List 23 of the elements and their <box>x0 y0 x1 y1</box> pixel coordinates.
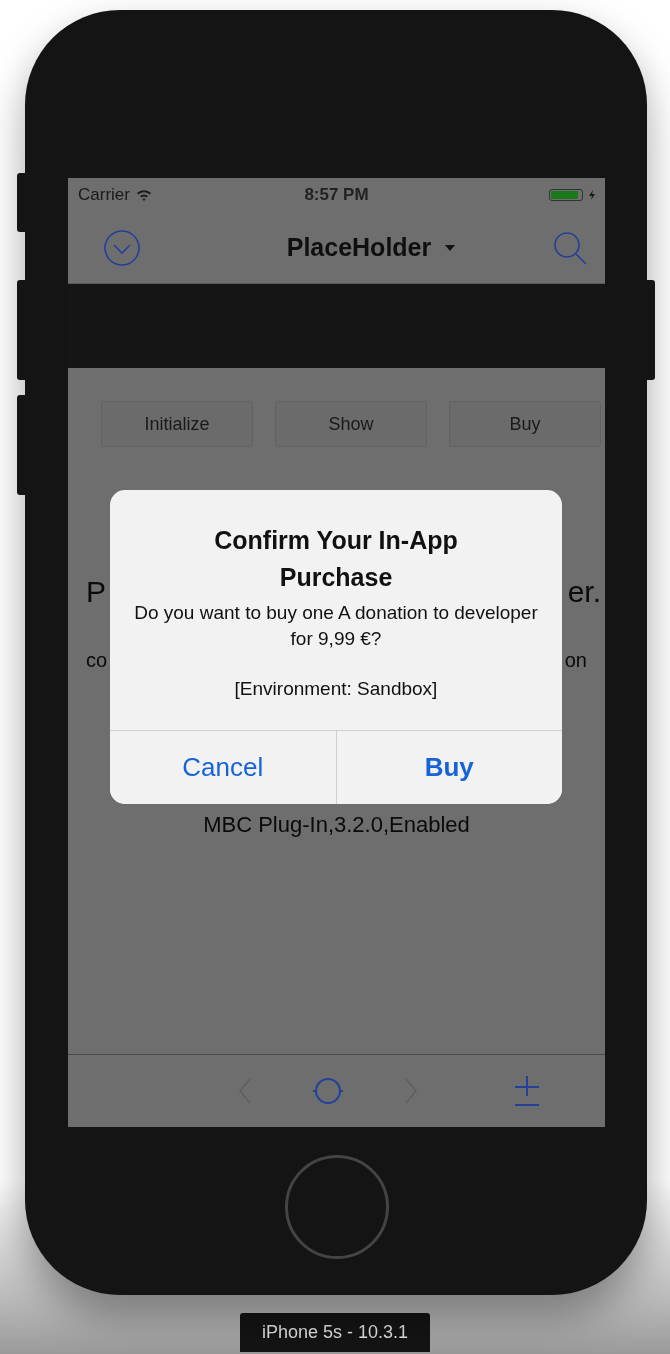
plugin-status-text: MBC Plug-In,3.2.0,Enabled <box>202 812 471 838</box>
alert-environment: [Environment: Sandbox] <box>233 678 439 700</box>
refresh-circle-icon[interactable] <box>310 1076 346 1106</box>
buy-button[interactable]: Buy <box>335 731 562 804</box>
background-text: er. <box>567 575 601 609</box>
dropdown-caret-icon[interactable] <box>445 244 456 251</box>
alert-title: Confirm Your In-App Purchase <box>213 525 459 593</box>
background-text: on <box>564 649 587 672</box>
nav-title[interactable]: PlaceHolder <box>286 233 432 262</box>
status-time: 8:57 PM <box>304 185 369 205</box>
background-text: P <box>86 575 106 609</box>
action-button[interactable]: Initialize <box>101 401 253 447</box>
carrier-name: Carrier <box>78 185 130 205</box>
chevron-circle-icon[interactable] <box>103 228 141 267</box>
home-button[interactable] <box>284 1155 389 1259</box>
device-label: iPhone 5s - 10.3.1 <box>239 1313 431 1352</box>
action-button[interactable]: Buy <box>449 401 601 447</box>
background-text: co <box>86 649 108 672</box>
alert-message: Do you want to buy one A donation to developer for 9,99 €? <box>133 601 539 651</box>
plus-minus-icon[interactable] <box>512 1074 542 1108</box>
wifi-icon <box>135 189 152 201</box>
battery-icon <box>549 189 583 201</box>
action-button[interactable]: Show <box>275 401 427 447</box>
